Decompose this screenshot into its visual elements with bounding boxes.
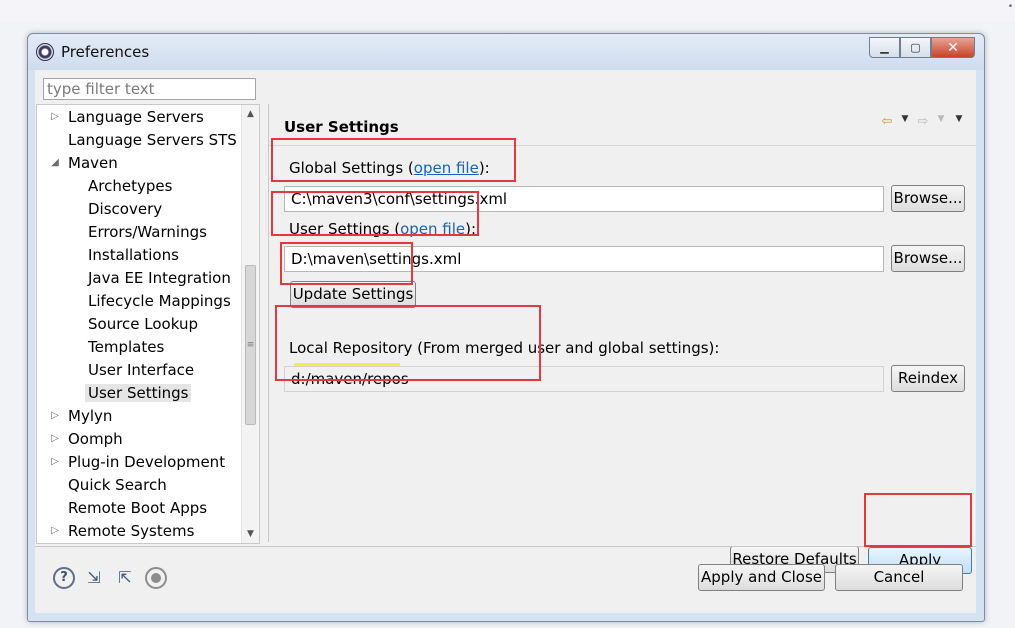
title-separator xyxy=(269,145,976,146)
tree-item[interactable]: ▷ Plug-in Development xyxy=(51,451,228,473)
dot-mark: • xyxy=(1007,2,1013,12)
import-icon[interactable]: ⇲ xyxy=(83,567,105,589)
tree-item-label: Remote Systems xyxy=(68,522,195,540)
tree-item[interactable]: Java EE Integration xyxy=(85,267,234,289)
tree-item[interactable]: Remote Boot Apps xyxy=(65,497,210,519)
tree-item-label: Oomph xyxy=(68,430,123,448)
forward-icon[interactable]: ⇨ xyxy=(916,114,930,129)
background-strip: • xyxy=(0,0,1015,22)
tree-item[interactable]: Installations xyxy=(85,244,182,266)
user-browse-button[interactable]: Browse... xyxy=(891,245,965,272)
global-browse-button[interactable]: Browse... xyxy=(891,185,965,212)
global-settings-field[interactable]: C:\maven3\conf\settings.xml xyxy=(284,186,884,212)
cancel-button[interactable]: Cancel xyxy=(835,564,963,591)
tree-item-label: Language Servers STS xyxy=(68,131,237,149)
record-icon[interactable] xyxy=(145,567,167,589)
dialog-body: ▷ Remote Systems Remote Boot Apps Quick Sea… xyxy=(35,70,976,613)
tree-item[interactable]: ◢ Maven xyxy=(51,152,121,174)
tree-item[interactable]: User Interface xyxy=(85,359,197,381)
collapsed-arrow-icon[interactable]: ▷ xyxy=(49,428,61,450)
user-settings-label: User Settings (open file): xyxy=(289,220,477,238)
collapsed-arrow-icon[interactable]: ▷ xyxy=(49,451,61,473)
scroll-down-icon[interactable]: ▼ xyxy=(242,525,259,543)
tree-item-label: Discovery xyxy=(88,200,163,218)
page-nav: ⇦ ▼ ⇨ ▼ ▼ xyxy=(880,114,966,129)
view-menu-icon[interactable]: ▼ xyxy=(952,114,966,129)
tree-item-label: Source Lookup xyxy=(88,315,198,333)
tree-item[interactable]: Source Lookup xyxy=(85,313,201,335)
tree-item-label: Installations xyxy=(88,246,179,264)
tree-item[interactable]: ▷ Language Servers xyxy=(51,106,207,128)
maximize-button[interactable]: ▢ xyxy=(900,37,931,58)
reindex-button[interactable]: Reindex xyxy=(891,365,965,392)
preferences-tree: ▷ Remote Systems Remote Boot Apps Quick Sea… xyxy=(36,104,260,544)
collapsed-arrow-icon[interactable]: ▷ xyxy=(49,520,61,542)
global-open-file-link[interactable]: open file xyxy=(414,159,479,177)
tree-item[interactable]: ▷ Oomph xyxy=(51,428,126,450)
expanded-arrow-icon[interactable]: ◢ xyxy=(49,152,61,174)
tree-item[interactable]: Archetypes xyxy=(85,175,175,197)
window-controls: ▁ ▢ ✕ xyxy=(869,37,975,58)
local-repository-label: Local Repository (From merged user and g… xyxy=(289,339,720,357)
forward-dropdown-icon[interactable]: ▼ xyxy=(934,114,948,129)
close-button[interactable]: ✕ xyxy=(931,37,975,58)
tree-item-label: Templates xyxy=(88,338,165,356)
tree-item-label: Language Servers xyxy=(68,108,204,126)
tree-item-label: Quick Search xyxy=(68,476,167,494)
settings-page: User Settings ⇦ ▼ ⇨ ▼ ▼ Global Settings … xyxy=(268,104,976,574)
tree-item[interactable]: User Settings xyxy=(85,382,192,404)
back-icon[interactable]: ⇦ xyxy=(880,114,894,129)
minimize-button[interactable]: ▁ xyxy=(869,37,900,58)
collapsed-arrow-icon[interactable]: ▷ xyxy=(49,405,61,427)
tree-item[interactable]: Quick Search xyxy=(65,474,170,496)
preferences-window: Preferences ▁ ▢ ✕ ▷ Remote Systems Remote … xyxy=(27,33,985,622)
tree-item[interactable]: ▷ Mylyn xyxy=(51,405,115,427)
footer-separator xyxy=(35,546,976,547)
tree-item-label: Archetypes xyxy=(88,177,173,195)
tree-item-label: Plug-in Development xyxy=(68,453,226,471)
help-icon[interactable]: ? xyxy=(53,567,75,589)
global-settings-label: Global Settings (open file): xyxy=(289,159,490,177)
tree-item[interactable]: ▷ Remote Systems xyxy=(51,520,197,542)
tree-item-label: Lifecycle Mappings xyxy=(88,292,231,310)
apply-and-close-button[interactable]: Apply and Close xyxy=(698,564,825,591)
tree-item-label: User Settings xyxy=(85,384,192,402)
tree-item-label: Errors/Warnings xyxy=(88,223,207,241)
filter-input[interactable] xyxy=(43,78,256,100)
tree-item[interactable]: Language Servers STS xyxy=(65,129,240,151)
tree-item[interactable]: Templates xyxy=(85,336,167,358)
update-settings-button[interactable]: Update Settings xyxy=(290,281,416,308)
back-dropdown-icon[interactable]: ▼ xyxy=(898,114,912,129)
title-bar[interactable]: Preferences ▁ ▢ ✕ xyxy=(28,34,984,70)
tree-item-label: Maven xyxy=(68,154,118,172)
collapsed-arrow-icon[interactable]: ▷ xyxy=(49,106,61,128)
scroll-up-icon[interactable]: ▲ xyxy=(242,105,259,123)
tree-item-label: User Interface xyxy=(88,361,195,379)
export-icon[interactable]: ⇱ xyxy=(114,567,136,589)
tree-scrollbar[interactable]: ▲ ≡ ▼ xyxy=(241,105,259,543)
tree-item-label: Java EE Integration xyxy=(88,269,231,287)
window-title: Preferences xyxy=(61,43,150,61)
page-title: User Settings xyxy=(284,118,399,136)
tree-item[interactable]: Errors/Warnings xyxy=(85,221,210,243)
tree-item-label: Remote Boot Apps xyxy=(68,499,208,517)
scroll-thumb[interactable]: ≡ xyxy=(245,265,256,425)
user-open-file-link[interactable]: open file xyxy=(400,220,465,238)
user-settings-field[interactable]: D:\maven\settings.xml xyxy=(284,246,884,272)
tree-item[interactable]: Lifecycle Mappings xyxy=(85,290,234,312)
eclipse-app-icon xyxy=(36,43,54,61)
tree-item[interactable]: Discovery xyxy=(85,198,165,220)
annotation-underline xyxy=(294,363,400,366)
local-repository-field[interactable]: d:/maven/repos xyxy=(284,366,884,392)
tree-item-label: Mylyn xyxy=(68,407,113,425)
